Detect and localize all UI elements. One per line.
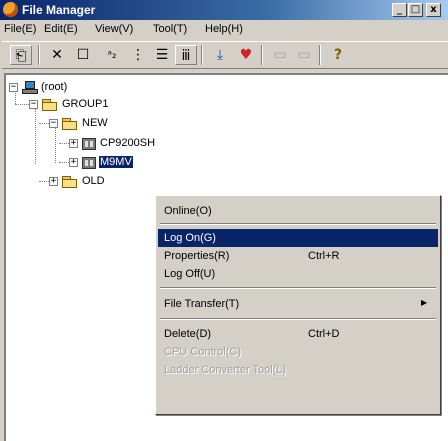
- upload-icon[interactable]: ♥: [235, 45, 257, 65]
- minimize-button[interactable]: _: [392, 3, 407, 17]
- tree-line: [39, 181, 49, 182]
- tree-line: [35, 104, 36, 164]
- toolbar-separator: [319, 45, 321, 65]
- menu-item-log-off[interactable]: Log Off(U): [158, 265, 438, 283]
- collapse-icon[interactable]: −: [9, 83, 18, 92]
- menu-separator: [160, 287, 436, 289]
- tree-node-label: OLD: [82, 175, 105, 187]
- tree-node-label: M9MV: [99, 156, 133, 168]
- expand-icon[interactable]: +: [69, 158, 78, 167]
- menu-edit[interactable]: Edit(E): [44, 23, 78, 35]
- menu-item-file-transfer[interactable]: File Transfer(T) ▶: [158, 295, 438, 313]
- computer-icon: [22, 81, 38, 95]
- expand-icon[interactable]: +: [69, 139, 78, 148]
- menu-item-log-on[interactable]: Log On(G): [158, 229, 438, 247]
- back-icon[interactable]: ⎗: [10, 45, 32, 65]
- disabled-b-icon: ▭: [297, 47, 311, 63]
- menu-separator: [160, 223, 436, 225]
- maximize-button[interactable]: □: [408, 3, 423, 17]
- folder-icon: [62, 176, 78, 188]
- help-icon[interactable]: ?: [327, 45, 349, 65]
- toolbar-separator: [38, 45, 40, 65]
- collapse-icon[interactable]: −: [29, 100, 38, 109]
- cpu-icon: [82, 157, 96, 169]
- tree-node-label: NEW: [82, 117, 108, 129]
- menu-item-online[interactable]: Online(O): [158, 202, 438, 220]
- menu-file[interactable]: File(E): [4, 23, 36, 35]
- toolbar-separator: [261, 45, 263, 65]
- menu-item-cpu-control: CPU Control(C): [164, 346, 242, 358]
- file-manager-window: File Manager _ □ x File(E) Edit(E) View(…: [0, 0, 448, 441]
- menu-help[interactable]: Help(H): [205, 23, 243, 35]
- tree-line: [59, 162, 69, 163]
- delete-icon[interactable]: ✕: [46, 45, 68, 65]
- app-icon: [3, 2, 18, 17]
- title-bar[interactable]: File Manager _ □ x: [0, 0, 448, 20]
- tree-node-label: CP9200SH: [100, 137, 156, 149]
- collapse-icon[interactable]: −: [49, 119, 58, 128]
- tree-node-label: GROUP1: [62, 98, 109, 110]
- window-title: File Manager: [22, 3, 96, 17]
- menu-item-delete[interactable]: Delete(D) Ctrl+D: [158, 325, 438, 343]
- tree-node-label: (root): [41, 81, 68, 93]
- expand-icon[interactable]: +: [49, 177, 58, 186]
- folder-icon: [42, 99, 58, 111]
- toolbar-separator: [201, 45, 203, 65]
- cpu-icon: [82, 138, 96, 150]
- shortcut-label: Ctrl+R: [308, 250, 340, 262]
- menu-bar: File(E) Edit(E) View(V) Tool(T) Help(H): [0, 21, 448, 39]
- folder-open-icon: [62, 118, 78, 130]
- small-icons-icon[interactable]: ⋮: [127, 45, 149, 65]
- tree-line: [55, 123, 56, 163]
- toolbar: ⎗ ✕ ☐ ᵃ₂ ⋮ ☰ ⅲ ⤓ ♥ ▭ ▭ ?: [2, 41, 448, 69]
- submenu-arrow-icon: ▶: [421, 298, 428, 307]
- tree-line: [59, 143, 69, 144]
- disabled-a-icon: ▭: [273, 47, 287, 63]
- large-icons-icon[interactable]: ᵃ₂: [101, 45, 123, 65]
- properties-icon[interactable]: ☐: [72, 45, 94, 65]
- close-button[interactable]: x: [426, 3, 441, 17]
- shortcut-label: Ctrl+D: [308, 328, 340, 340]
- menu-separator: [160, 318, 436, 320]
- menu-tool[interactable]: Tool(T): [153, 23, 187, 35]
- menu-item-ladder-converter: Ladder Converter Tool(L): [164, 364, 287, 376]
- download-icon[interactable]: ⤓: [209, 45, 231, 65]
- tree-line: [15, 104, 29, 105]
- context-menu: Online(O) Log On(G) Properties(R) Ctrl+R…: [155, 195, 441, 415]
- list-view-icon[interactable]: ☰: [151, 45, 173, 65]
- menu-item-properties[interactable]: Properties(R) Ctrl+R: [158, 247, 438, 265]
- menu-view[interactable]: View(V): [95, 23, 133, 35]
- details-view-icon[interactable]: ⅲ: [175, 45, 197, 65]
